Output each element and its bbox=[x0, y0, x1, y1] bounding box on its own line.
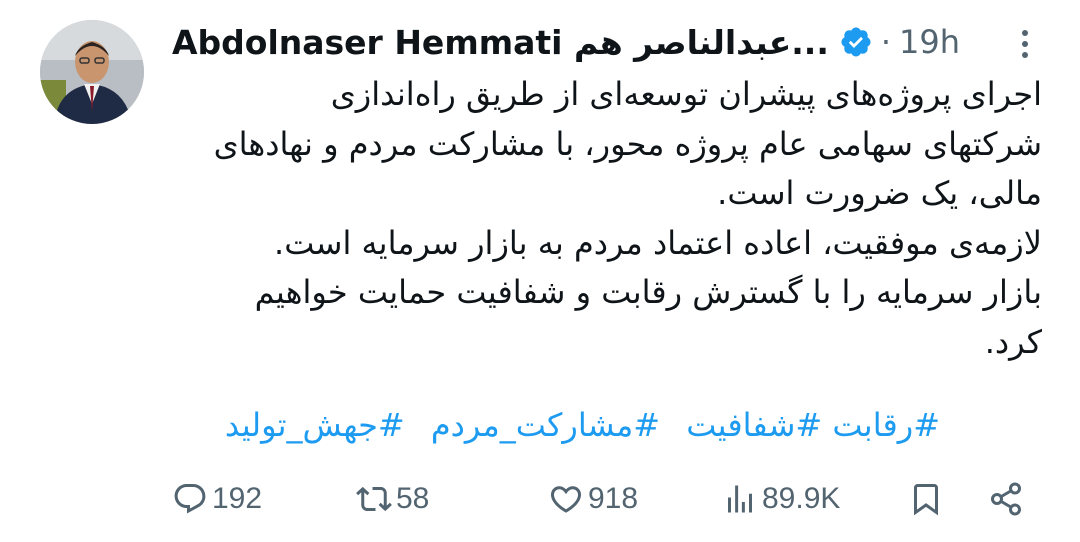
hashtag-link[interactable]: #مشارکت_مردم bbox=[431, 406, 660, 444]
reply-count: 192 bbox=[212, 482, 263, 515]
tweet-header: Abdolnaser Hemmati عبدالناصر هم... · 19h bbox=[172, 14, 1052, 70]
tweet-line: شرکتهای سهامی عام پروژه محور، با مشارکت … bbox=[213, 124, 1042, 163]
tweet-line: کرد. bbox=[984, 322, 1042, 361]
more-dots-icon[interactable] bbox=[1010, 22, 1040, 66]
tweet-line: اجرای پروژه‌های پیشران توسعه‌ای از طریق … bbox=[330, 75, 1042, 113]
separator-dot: · bbox=[880, 23, 892, 61]
hashtag-link[interactable]: #شفافیت bbox=[686, 406, 822, 444]
tweet-line: لازمه‌ی موفقیت، اعاده اعتماد مردم به باز… bbox=[274, 223, 1042, 262]
retweet-count: 58 bbox=[396, 482, 430, 515]
timestamp[interactable]: 19h bbox=[899, 23, 960, 61]
author-display-name[interactable]: Abdolnaser Hemmati عبدالناصر هم... bbox=[172, 23, 829, 62]
avatar[interactable] bbox=[40, 20, 144, 124]
views-button[interactable]: 89.9K bbox=[722, 474, 840, 524]
action-bar: 192 58 918 89.9K bbox=[0, 474, 1080, 524]
tweet-text: اجرای پروژه‌های پیشران توسعه‌ای از طریق … bbox=[160, 70, 1042, 367]
retweet-button[interactable]: 58 bbox=[356, 474, 429, 524]
heart-icon bbox=[548, 481, 584, 517]
like-button[interactable]: 918 bbox=[548, 474, 638, 524]
reply-button[interactable]: 192 bbox=[172, 474, 262, 524]
like-count: 918 bbox=[588, 482, 639, 515]
share-button[interactable] bbox=[988, 474, 1024, 524]
share-icon bbox=[988, 481, 1024, 517]
views-bar-icon bbox=[722, 481, 758, 517]
hashtag-list: #رقابت #شفافیت #مشارکت_مردم #جهش_تولید bbox=[160, 400, 940, 450]
view-count: 89.9K bbox=[762, 482, 841, 515]
tweet-line: بازار سرمایه را با گسترش رقابت و شفافیت … bbox=[254, 273, 1042, 311]
hashtag-link[interactable]: #رقابت bbox=[832, 406, 940, 444]
verified-badge-icon bbox=[839, 25, 873, 59]
reply-icon bbox=[172, 481, 208, 517]
bookmark-icon bbox=[908, 481, 944, 517]
tweet-line: مالی، یک ضرورت است. bbox=[717, 174, 1042, 212]
bookmark-button[interactable] bbox=[908, 474, 944, 524]
retweet-icon bbox=[356, 481, 392, 517]
avatar-photo bbox=[40, 20, 144, 124]
hashtag-link[interactable]: #جهش_تولید bbox=[225, 406, 405, 444]
